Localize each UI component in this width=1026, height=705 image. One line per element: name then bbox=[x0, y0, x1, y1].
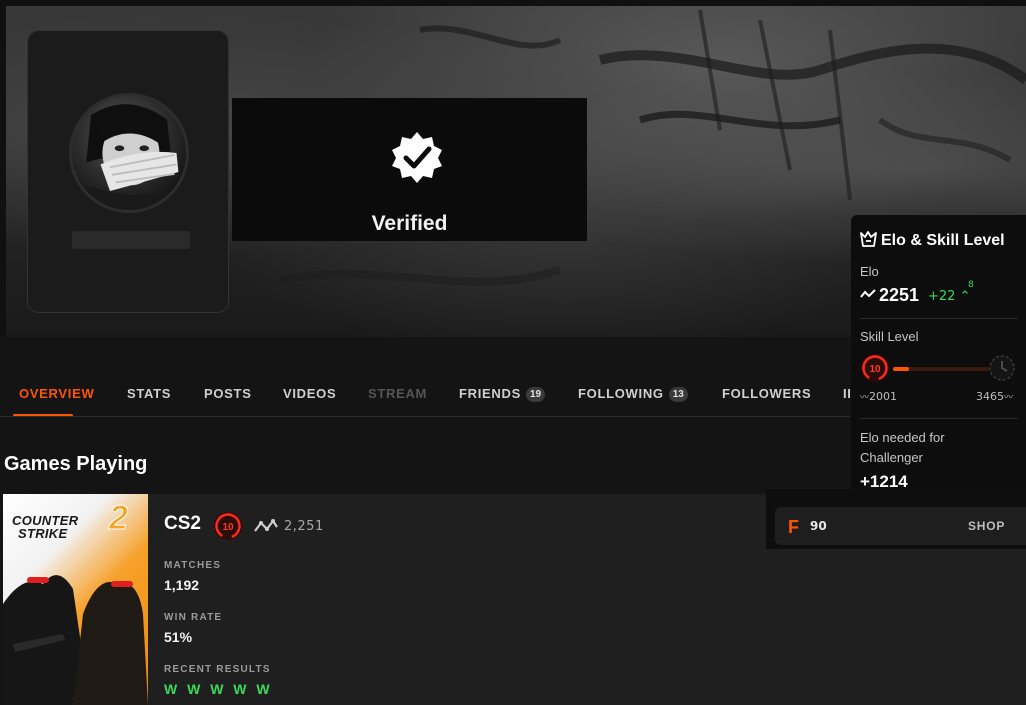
matches-label: MATCHES bbox=[164, 560, 222, 571]
banner-top-edge bbox=[0, 0, 1026, 6]
game-logo-numeral: 2 bbox=[108, 499, 129, 537]
current-level-badge: 10 bbox=[861, 354, 889, 382]
following-count-badge: 13 bbox=[668, 387, 688, 402]
shop-widget: F 90 SHOP bbox=[766, 489, 1026, 549]
tab-stats-label: STATS bbox=[127, 386, 172, 401]
tab-friends-label: FRIENDS bbox=[459, 386, 521, 401]
tab-videos-label: VIDEOS bbox=[283, 386, 337, 401]
elo-panel-title: Elo & Skill Level bbox=[860, 231, 1005, 250]
level-range-low: 〰2001 bbox=[860, 390, 897, 403]
tab-overview-label: OVERVIEW bbox=[19, 386, 95, 401]
challenger-badge-icon bbox=[989, 355, 1015, 381]
avatar-image bbox=[81, 104, 179, 210]
recent-results-label: RECENT RESULTS bbox=[164, 664, 271, 675]
banner-left-edge bbox=[0, 0, 6, 337]
elo-needed-label-line2: Challenger bbox=[860, 450, 923, 465]
game-name: CS2 bbox=[164, 513, 201, 534]
tab-friends[interactable]: FRIENDS 19 bbox=[459, 386, 546, 402]
tab-following[interactable]: FOLLOWING 13 bbox=[578, 386, 688, 402]
tabs-divider bbox=[0, 416, 850, 417]
panel-divider bbox=[860, 418, 1018, 419]
faceit-points-icon: F bbox=[788, 517, 799, 537]
skill-level-number: 10 bbox=[222, 522, 234, 533]
tab-posts-label: POSTS bbox=[204, 386, 252, 401]
skill-progress-fill bbox=[893, 367, 909, 371]
tab-followers[interactable]: FOLLOWERS bbox=[722, 386, 811, 401]
elo-needed-label-line1: Elo needed for bbox=[860, 430, 945, 445]
matches-value: 1,192 bbox=[164, 577, 200, 593]
shop-bar: F 90 SHOP bbox=[775, 507, 1026, 545]
username-placeholder bbox=[72, 231, 190, 249]
verified-label: Verified bbox=[371, 212, 448, 235]
shop-button[interactable]: SHOP bbox=[968, 519, 1005, 533]
tab-posts[interactable]: POSTS bbox=[204, 386, 252, 401]
tab-videos[interactable]: VIDEOS bbox=[283, 386, 336, 401]
elo-label: Elo bbox=[860, 264, 879, 279]
range-high-value: 3465 bbox=[976, 390, 1004, 403]
skill-level-badge: 10 bbox=[214, 512, 242, 540]
game-cover-art: COUNTER STRIKE 2 bbox=[3, 494, 148, 705]
profile-card bbox=[27, 30, 229, 313]
elo-panel-title-text: Elo & Skill Level bbox=[881, 232, 1005, 249]
games-section-title: Games Playing bbox=[4, 453, 148, 475]
tab-stream: STREAM bbox=[368, 386, 427, 401]
elo-skill-panel: Elo & Skill Level Elo 2251 +22 ⌃ 8 Skill… bbox=[851, 215, 1026, 493]
win-rate-label: WIN RATE bbox=[164, 612, 223, 623]
win-streak-count: 8 bbox=[968, 280, 974, 290]
elo-value: 2251 bbox=[860, 285, 919, 306]
panel-divider bbox=[860, 318, 1018, 319]
game-logo-line2: STRIKE bbox=[18, 526, 68, 541]
elo-trend-icon bbox=[860, 289, 876, 298]
friends-count-badge: 19 bbox=[525, 387, 546, 402]
game-logo: COUNTER STRIKE 2 bbox=[12, 501, 128, 541]
profile-page: Verified OVERVIEW STATS POSTS VIDEOS STR… bbox=[0, 0, 1026, 705]
win-rate-value: 51% bbox=[164, 629, 193, 645]
skill-level-label: Skill Level bbox=[860, 329, 919, 344]
elo-change: +22 ⌃ bbox=[928, 289, 970, 304]
range-low-value: 2001 bbox=[869, 390, 898, 403]
recent-results: W W W W W bbox=[164, 681, 273, 697]
range-high-icon: 〰 bbox=[1004, 393, 1014, 403]
avatar[interactable] bbox=[69, 93, 189, 213]
tab-stream-label: STREAM bbox=[368, 386, 428, 401]
tab-followers-label: FOLLOWERS bbox=[722, 386, 812, 401]
tab-overview[interactable]: OVERVIEW bbox=[19, 386, 94, 401]
streak-up-icon: ⌃ bbox=[959, 289, 971, 304]
current-level-number: 10 bbox=[869, 364, 881, 375]
faceit-logo-icon bbox=[860, 231, 877, 247]
points-balance: 90 bbox=[810, 519, 827, 533]
range-low-icon: 〰 bbox=[860, 393, 870, 403]
elo-value-number: 2251 bbox=[879, 285, 920, 305]
tab-following-label: FOLLOWING bbox=[578, 386, 664, 401]
verified-badge-icon bbox=[392, 132, 442, 183]
game-elo-value: 2,251 bbox=[284, 519, 324, 534]
elo-icon bbox=[254, 519, 278, 532]
tab-stats[interactable]: STATS bbox=[127, 386, 171, 401]
level-range-high: 3465〰 bbox=[976, 390, 1013, 403]
elo-change-value: +22 bbox=[928, 289, 956, 304]
verified-panel: Verified bbox=[232, 98, 587, 241]
